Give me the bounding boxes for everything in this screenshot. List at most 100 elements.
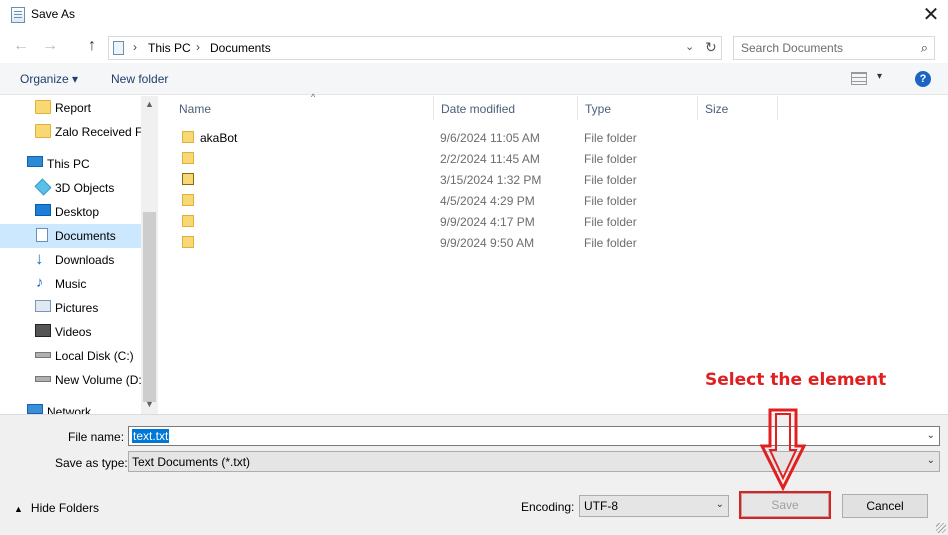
network-icon [27, 404, 43, 414]
file-type: File folder [584, 152, 637, 166]
sidebar-item-downloads[interactable]: ↓ Downloads [0, 248, 141, 272]
sidebar-item-pictures[interactable]: Pictures [0, 296, 141, 320]
file-row[interactable]: 9/9/2024 9:50 AM File folder [178, 232, 768, 253]
encoding-label: Encoding: [521, 500, 575, 514]
close-button[interactable]: ✕ [917, 2, 945, 28]
sidebar-scrollbar[interactable]: ▲ ▼ [141, 96, 158, 414]
sidebar-item-report[interactable]: Report [0, 96, 141, 120]
scroll-down-icon[interactable]: ▼ [145, 399, 154, 409]
save-type-select[interactable]: Text Documents (*.txt) ⌄ [128, 451, 940, 472]
file-name-label: File name: [68, 430, 125, 444]
view-options-icon[interactable] [851, 72, 867, 85]
breadcrumb-separator: › [196, 40, 200, 54]
folder-icon [182, 194, 194, 206]
sidebar-item-3d-objects[interactable]: 3D Objects [0, 176, 141, 200]
chevron-down-icon[interactable]: ⌄ [685, 40, 694, 53]
save-type-value: Text Documents (*.txt) [132, 455, 251, 469]
refresh-icon[interactable]: ↻ [705, 39, 717, 56]
column-header-type[interactable]: Type [578, 96, 698, 120]
breadcrumb-this-pc[interactable]: This PC [148, 41, 191, 55]
sidebar-item-label: Local Disk (C:) [55, 349, 134, 363]
file-row[interactable]: 3/15/2024 1:32 PM File folder [178, 169, 768, 190]
window-title: Save As [31, 7, 76, 21]
file-date: 9/6/2024 11:05 AM [440, 131, 540, 145]
sidebar-item-label: Videos [55, 325, 92, 339]
sidebar-item-label: This PC [47, 157, 90, 171]
sidebar-item-local-disk-c[interactable]: Local Disk (C:) [0, 344, 141, 368]
column-header-label: Size [705, 102, 729, 116]
file-list: Name ^ Date modified Type Size akaBot 9/… [160, 92, 948, 414]
chevron-down-icon[interactable]: ▾ [877, 71, 882, 82]
pictures-icon [35, 300, 51, 312]
notepad-icon [11, 7, 25, 23]
resize-grip[interactable] [936, 523, 946, 533]
file-type: File folder [584, 131, 637, 145]
folder-icon [182, 152, 194, 164]
cancel-button[interactable]: Cancel [842, 494, 928, 518]
downloads-icon: ↓ [35, 249, 44, 268]
sidebar-item-this-pc[interactable]: This PC [0, 152, 141, 176]
folder-icon [182, 236, 194, 248]
chevron-up-icon: ▲ [14, 504, 23, 514]
file-date: 9/9/2024 4:17 PM [440, 215, 535, 229]
column-header-size[interactable]: Size [698, 96, 778, 120]
drive-icon [35, 376, 51, 382]
address-row: ← → ↑ › This PC › Documents ⌄ ↻ Search D… [0, 33, 948, 61]
hide-folders-button[interactable]: ▲ Hide Folders [14, 501, 99, 515]
file-row[interactable]: akaBot 9/6/2024 11:05 AM File folder [178, 127, 768, 148]
sidebar-item-label: New Volume (D: [55, 373, 142, 387]
sidebar-item-videos[interactable]: Videos [0, 320, 141, 344]
folder-icon [182, 131, 194, 143]
3d-objects-icon [34, 178, 52, 196]
file-date: 4/5/2024 4:29 PM [440, 194, 535, 208]
hide-folders-label: Hide Folders [30, 501, 99, 515]
title-bar: Save As ✕ [0, 0, 948, 31]
sidebar-item-music[interactable]: ♪ Music [0, 272, 141, 296]
navigation-pane: Report Zalo Received Fi This PC 3D Objec… [0, 96, 158, 414]
annotation-arrow-icon [760, 408, 806, 492]
file-date: 2/2/2024 11:45 AM [440, 152, 540, 166]
file-name-input[interactable]: text.txt ⌄ [128, 426, 940, 446]
file-type: File folder [584, 194, 637, 208]
sidebar-item-new-volume-d[interactable]: New Volume (D: [0, 368, 142, 392]
computer-icon [27, 156, 43, 167]
forward-arrow-icon[interactable]: → [42, 37, 58, 55]
sidebar-item-zalo-received[interactable]: Zalo Received Fi [0, 120, 145, 144]
sidebar-item-label: Zalo Received Fi [55, 125, 146, 139]
sidebar-item-label: Downloads [55, 253, 115, 267]
encoding-select[interactable]: UTF-8 ⌄ [579, 495, 729, 517]
help-icon[interactable]: ? [915, 71, 931, 87]
shortcut-folder-icon [182, 173, 194, 185]
scroll-up-icon[interactable]: ▲ [145, 99, 154, 109]
column-header-name[interactable]: Name ^ [172, 92, 434, 120]
sidebar-item-desktop[interactable]: Desktop [0, 200, 141, 224]
file-row[interactable]: 2/2/2024 11:45 AM File folder [178, 148, 768, 169]
search-placeholder: Search Documents [741, 41, 844, 55]
search-input[interactable]: Search Documents ⌕ [733, 36, 935, 60]
back-arrow-icon[interactable]: ← [13, 37, 29, 55]
folder-icon [182, 215, 194, 227]
sidebar-item-documents[interactable]: Documents [0, 224, 141, 248]
sidebar-item-network[interactable]: Network [0, 400, 141, 414]
save-type-label: Save as type: [55, 456, 128, 470]
sidebar-item-label: Desktop [55, 205, 100, 219]
column-header-label: Type [585, 102, 612, 116]
address-bar[interactable]: › This PC › Documents ⌄ ↻ [108, 36, 722, 60]
videos-icon [35, 324, 51, 337]
scrollbar-thumb[interactable] [143, 212, 156, 402]
save-button[interactable]: Save [739, 491, 831, 519]
new-folder-button[interactable]: New folder [111, 72, 168, 86]
file-date: 9/9/2024 9:50 AM [440, 236, 535, 250]
up-arrow-icon[interactable]: ↑ [88, 37, 96, 55]
sort-ascending-icon: ^ [311, 92, 316, 102]
file-row[interactable]: 4/5/2024 4:29 PM File folder [178, 190, 768, 211]
sidebar-item-label: Network [47, 405, 92, 414]
chevron-down-icon[interactable]: ⌄ [927, 430, 935, 441]
folder-icon [35, 124, 51, 138]
column-header-date[interactable]: Date modified [434, 96, 578, 120]
breadcrumb-documents[interactable]: Documents [210, 41, 271, 55]
desktop-icon [35, 204, 51, 216]
file-row[interactable]: 9/9/2024 4:17 PM File folder [178, 211, 768, 232]
sidebar-item-label: Documents [55, 229, 116, 243]
organize-button[interactable]: Organize ▾ [20, 72, 78, 86]
